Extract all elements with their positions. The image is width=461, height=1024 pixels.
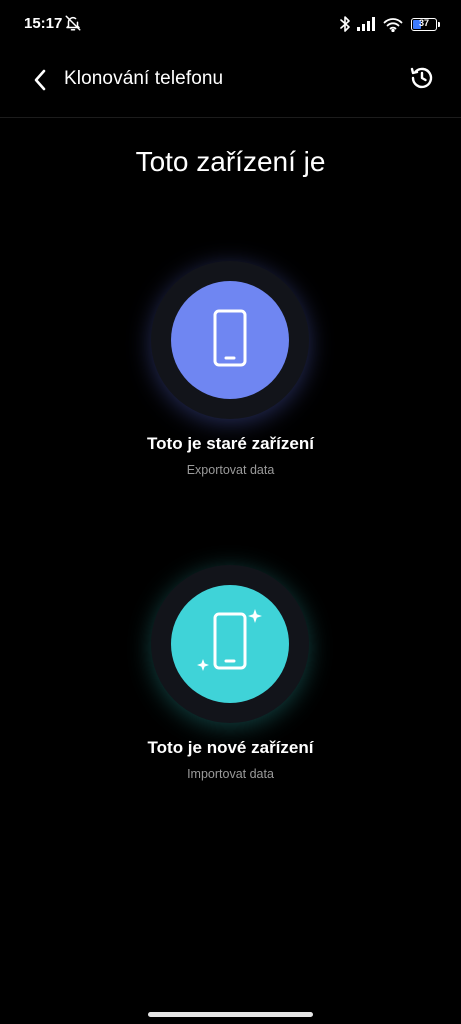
new-device-label: Toto je nové zařízení — [147, 738, 314, 757]
bluetooth-icon — [340, 16, 351, 32]
new-device-circle[interactable] — [171, 585, 289, 703]
chevron-left-icon — [33, 69, 47, 96]
wifi-icon — [383, 17, 403, 32]
bell-off-icon — [64, 14, 82, 32]
history-icon — [409, 65, 435, 96]
app-title: Klonování telefonu — [64, 68, 224, 89]
history-button[interactable] — [407, 65, 437, 95]
battery-level: 37 — [418, 17, 429, 28]
app-bar: Klonování telefonu — [0, 52, 461, 116]
page-title: Toto zařízení je — [135, 146, 326, 177]
gesture-nav-handle[interactable] — [148, 1012, 313, 1017]
status-time: 15:17 — [24, 15, 63, 32]
old-device-circle[interactable] — [171, 281, 289, 399]
back-button[interactable] — [24, 66, 56, 98]
new-device-sublabel: Importovat data — [187, 767, 274, 781]
old-device-sublabel: Exportovat data — [186, 463, 275, 477]
phone-sparkle-icon — [195, 607, 265, 682]
status-icons: 37 — [340, 14, 440, 34]
signal-icon — [357, 17, 377, 31]
status-bar: 15:17 37 — [0, 0, 461, 48]
battery-icon: 37 — [411, 17, 440, 31]
old-device-label: Toto je staré zařízení — [147, 434, 314, 453]
app-bar-divider — [0, 117, 461, 118]
phone-icon — [212, 308, 248, 373]
